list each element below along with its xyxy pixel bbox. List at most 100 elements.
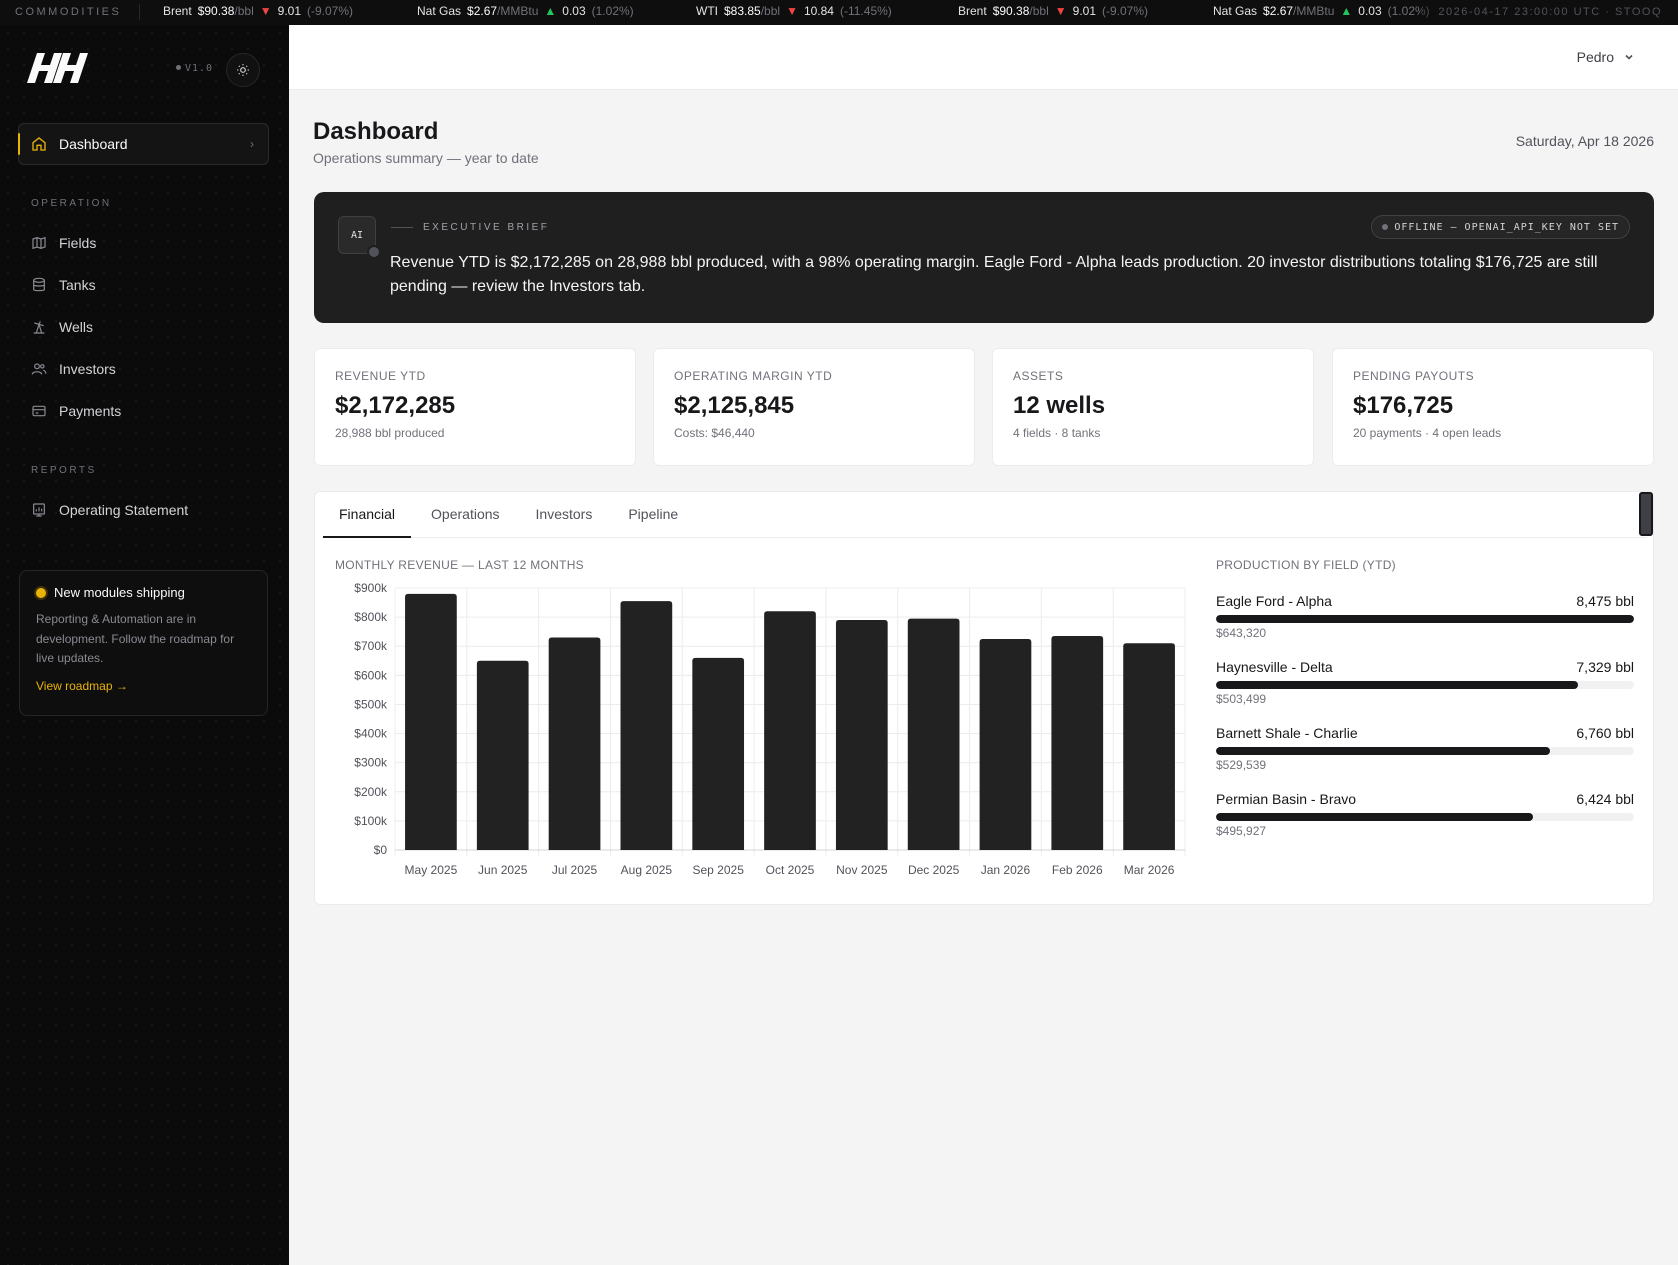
kpi-card-assets: ASSETS 12 wells 4 fields · 8 tanks: [992, 348, 1314, 466]
x-tick-label: Dec 2025: [908, 863, 960, 877]
bar: [620, 601, 673, 850]
ticker-change: 9.01: [277, 4, 301, 18]
sidebar-item-label: Fields: [59, 235, 97, 251]
ticker-unit: /bbl: [1029, 4, 1049, 18]
sidebar-item-dashboard[interactable]: Dashboard ›: [18, 123, 269, 165]
database-icon: [33, 277, 45, 292]
kpi-label: PENDING PAYOUTS: [1353, 369, 1475, 383]
kpi-label: REVENUE YTD: [335, 369, 426, 383]
y-tick-label: $0: [374, 843, 388, 857]
bar: [548, 637, 601, 850]
ticker-unit: /bbl: [760, 4, 781, 18]
kpi-value: $2,172,285: [335, 392, 456, 419]
sidebar-item-investors[interactable]: Investors: [31, 359, 116, 379]
x-tick-label: Feb 2026: [1052, 863, 1103, 877]
kpi-card-operating-margin: OPERATING MARGIN YTD $2,125,845 Costs: $…: [653, 348, 975, 466]
tab-scroll-handle[interactable]: [1639, 492, 1653, 536]
arrow-up-icon: ▲: [1340, 4, 1353, 18]
ticker-percent: (-9.07%): [1102, 4, 1149, 18]
x-tick-label: Jul 2025: [552, 863, 598, 877]
kpi-card-pending-payouts: PENDING PAYOUTS $176,725 20 payments · 4…: [1332, 348, 1654, 466]
version-label: V1.0: [176, 63, 213, 74]
x-tick-label: Aug 2025: [621, 863, 673, 877]
sidebar-item-label: Wells: [59, 319, 93, 335]
field-volume: 8,475 bbl: [1576, 593, 1634, 609]
kpi-card-revenue: REVENUE YTD $2,172,285 28,988 bbl produc…: [314, 348, 636, 466]
user-name: Pedro: [1576, 49, 1614, 65]
roadmap-promo-card: New modules shipping Reporting & Automat…: [19, 570, 268, 716]
field-name: Haynesville - Delta: [1216, 659, 1333, 675]
kpi-subtext: Costs: $46,440: [674, 426, 755, 440]
kpi-subtext: 20 payments · 4 open leads: [1353, 426, 1502, 440]
kpi-subtext: 28,988 bbl produced: [335, 426, 445, 440]
kpi-value: $176,725: [1353, 392, 1454, 419]
sidebar-item-label: Tanks: [59, 277, 96, 293]
y-tick-label: $400k: [354, 727, 388, 741]
field-name: Permian Basin - Bravo: [1216, 791, 1357, 807]
ticker-item: Nat Gas $2.67/MMBtu ▲ 0.03 (1.02%): [417, 4, 634, 18]
view-roadmap-link[interactable]: View roadmap →: [36, 679, 251, 693]
kpi-value: 12 wells: [1013, 392, 1106, 419]
tab-pipeline[interactable]: Pipeline: [612, 492, 694, 538]
ticker-price: $90.38: [197, 4, 235, 18]
tab-operations[interactable]: Operations: [415, 492, 515, 538]
tab-investors[interactable]: Investors: [520, 492, 609, 538]
field-row: Barnett Shale - Charlie 6,760 bbl: [1216, 725, 1634, 741]
section-label-reports: REPORTS: [31, 465, 97, 476]
dashboard-tabs-panel: Financial Operations Investors Pipeline …: [314, 491, 1654, 905]
sidebar-item-label: Payments: [59, 403, 122, 419]
sidebar-item-tanks[interactable]: Tanks: [31, 275, 96, 295]
x-tick-label: Nov 2025: [836, 863, 888, 877]
x-tick-label: Sep 2025: [692, 863, 744, 877]
ticker-price: $2.67: [1263, 4, 1294, 18]
brand-logo[interactable]: [27, 53, 90, 83]
tab-bar: Financial Operations Investors Pipeline: [323, 492, 1647, 538]
field-volume: 6,424 bbl: [1576, 791, 1634, 807]
x-tick-label: Jan 2026: [981, 863, 1031, 877]
ticker-name: Brent: [163, 4, 192, 18]
ticker-change: 9.01: [1072, 4, 1096, 18]
promo-body: Reporting & Automation are in developmen…: [36, 612, 235, 665]
field-revenue: $503,499: [1216, 692, 1267, 706]
y-tick-label: $200k: [354, 785, 388, 799]
arrow-down-icon: ▼: [786, 4, 798, 18]
bar: [692, 657, 745, 850]
kpi-value: $2,125,845: [674, 392, 795, 419]
sidebar-item-payments[interactable]: Payments: [31, 401, 121, 421]
section-label-operation: OPERATION: [31, 198, 112, 209]
production-bar-track: [1216, 681, 1634, 689]
y-tick-label: $500k: [354, 697, 388, 711]
sidebar: V1.0 Dashboard › OPERATION Fields Tanks …: [0, 25, 289, 1265]
sidebar-item-fields[interactable]: Fields: [31, 233, 96, 253]
theme-toggle-button[interactable]: [226, 53, 260, 87]
x-tick-label: Jun 2025: [478, 863, 528, 877]
ticker-item: WTI $83.85/bbl ▼ 10.84 (-11.45%): [696, 4, 892, 18]
executive-brief-card: AI EXECUTIVE BRIEF OFFLINE — OPENAI_API_…: [314, 192, 1654, 323]
ticker-divider: [139, 4, 140, 20]
bar: [405, 593, 457, 850]
oil-well-icon: [33, 321, 45, 334]
status-dot-icon: [36, 587, 46, 598]
production-field-item: Eagle Ford - Alpha 8,475 bbl $643,320: [1216, 593, 1634, 640]
brief-text: Revenue YTD is $2,172,285 on 28,988 bbl …: [390, 254, 1598, 295]
sidebar-item-wells[interactable]: Wells: [31, 317, 93, 337]
sidebar-item-operating-statement[interactable]: Operating Statement: [31, 500, 188, 520]
arrow-down-icon: ▼: [259, 4, 272, 18]
ticker-change: 0.03: [1358, 4, 1382, 18]
sidebar-item-label: Dashboard: [59, 136, 128, 152]
arrow-down-icon: ▼: [1054, 4, 1067, 18]
production-bar-fill: [1216, 813, 1533, 821]
bar: [1123, 643, 1175, 850]
y-tick-label: $700k: [354, 639, 388, 653]
bar: [476, 660, 529, 850]
chevron-down-icon: [1625, 54, 1633, 60]
user-menu[interactable]: Pedro: [1577, 49, 1634, 65]
bar: [764, 611, 816, 850]
production-bar-track: [1216, 747, 1634, 755]
ticker-name: WTI: [696, 4, 718, 18]
field-row: Permian Basin - Bravo 6,424 bbl: [1216, 791, 1634, 807]
production-bar-fill: [1216, 747, 1550, 755]
tab-financial[interactable]: Financial: [323, 492, 412, 538]
y-tick-label: $600k: [354, 668, 388, 682]
y-tick-label: $900k: [354, 581, 388, 595]
